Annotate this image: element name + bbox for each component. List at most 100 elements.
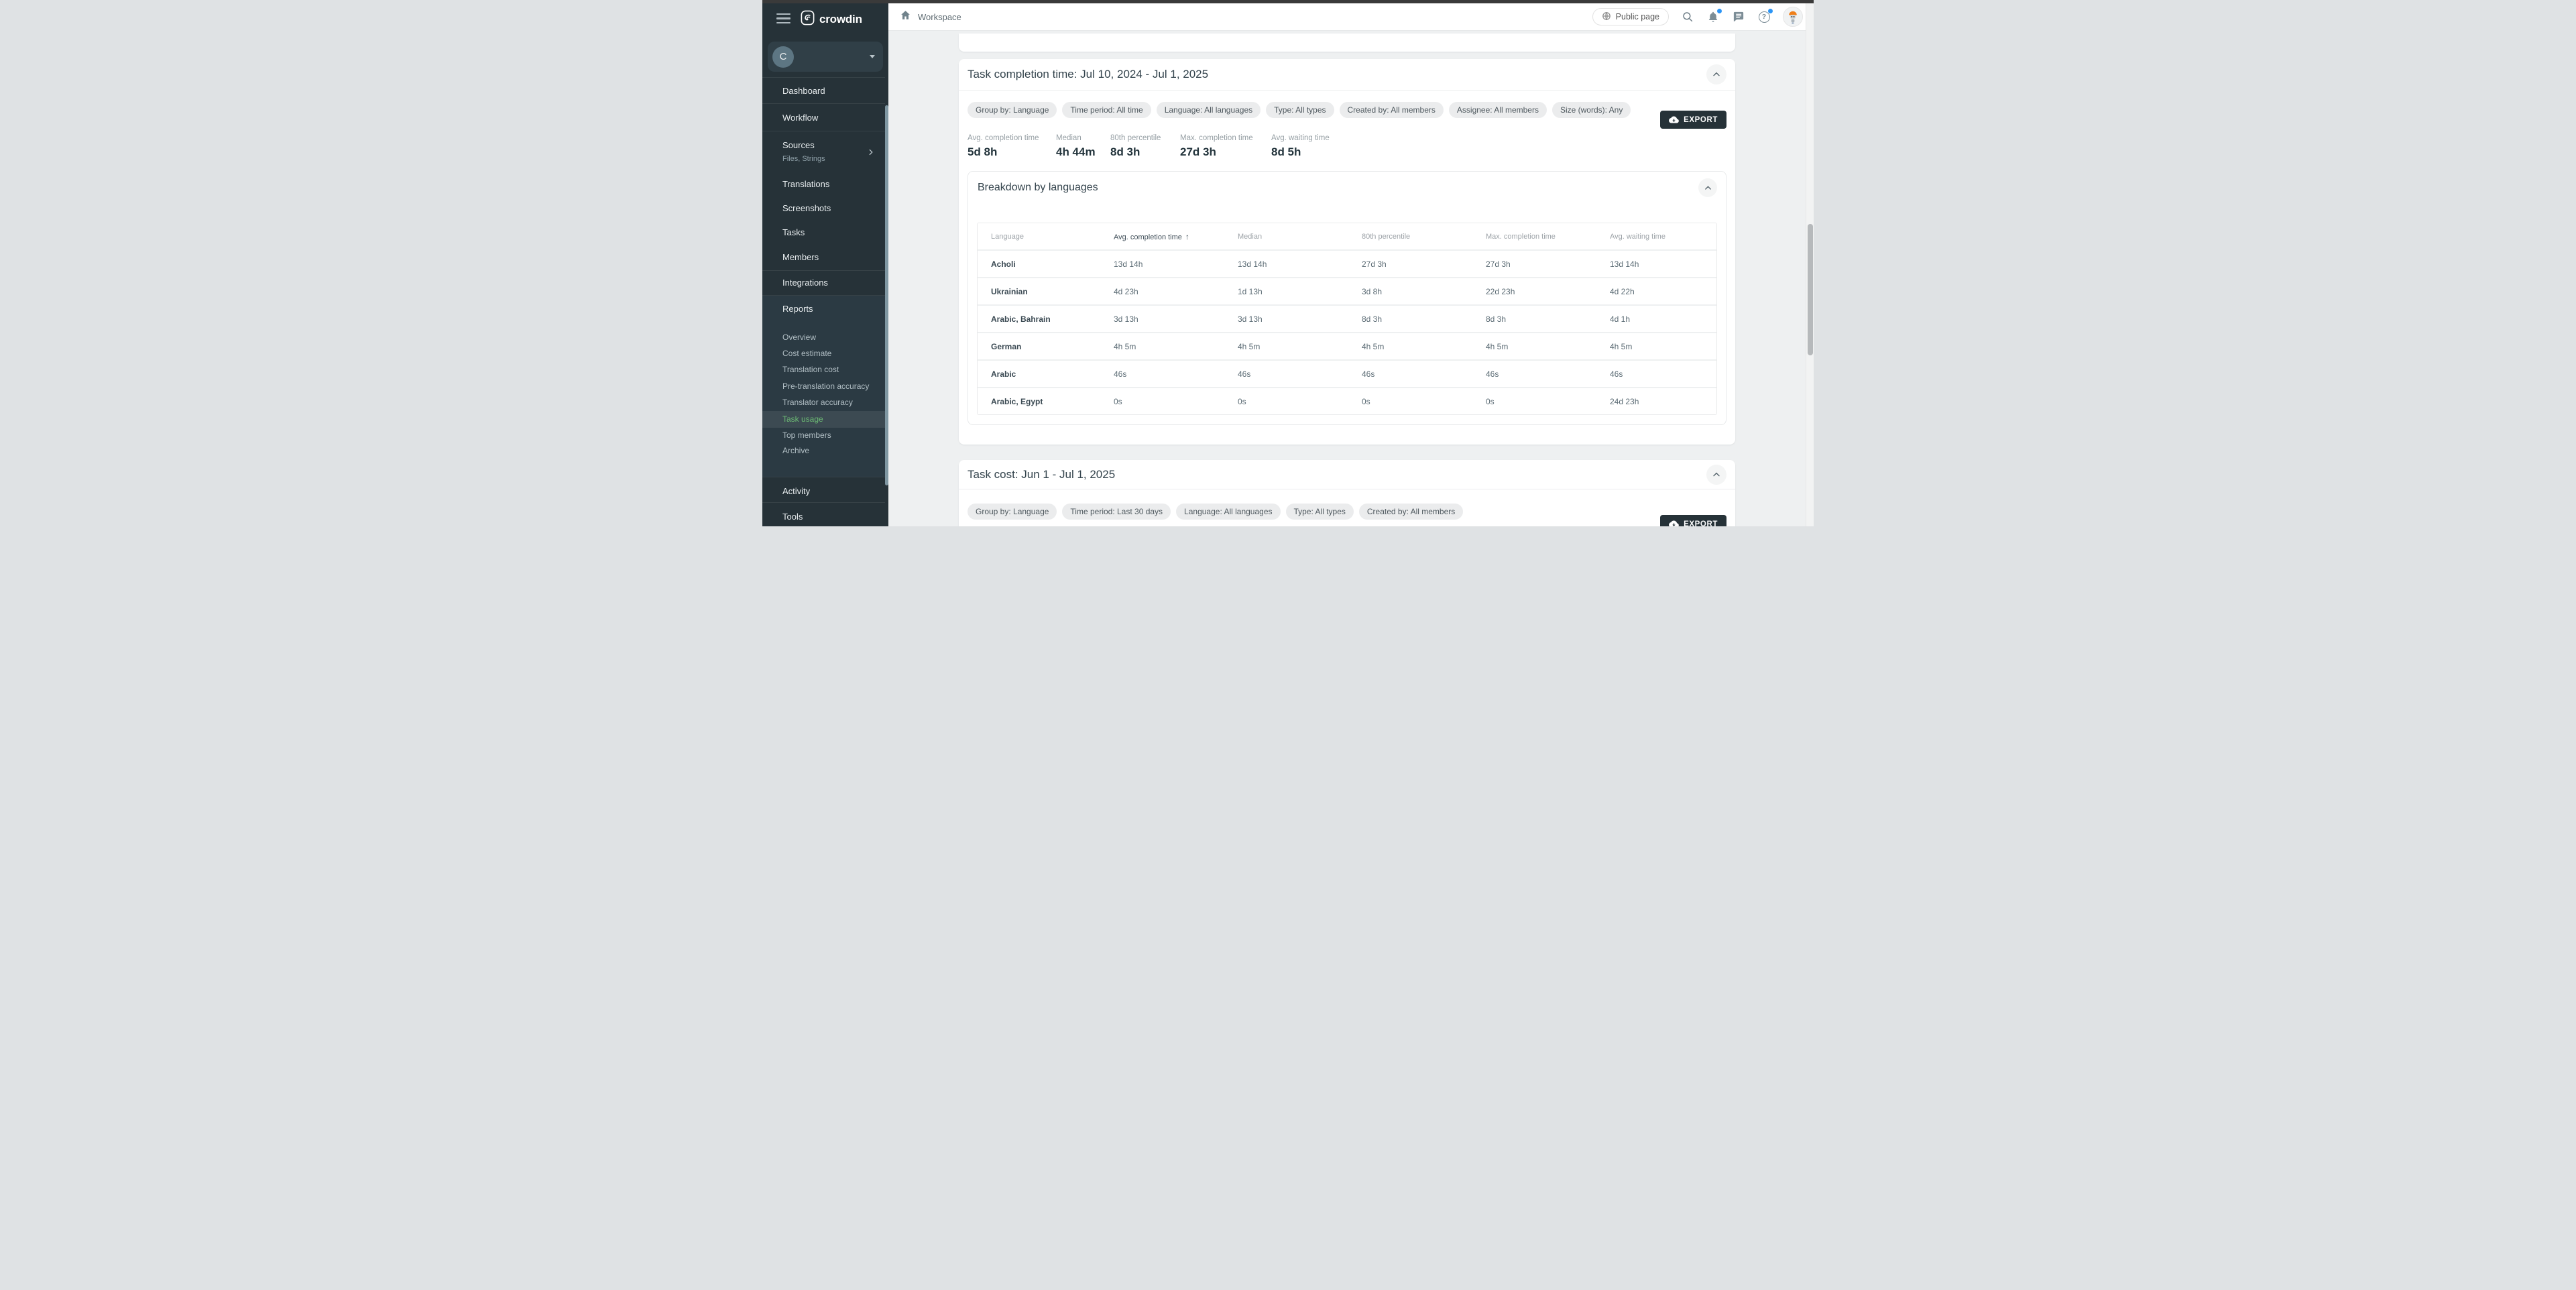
workspace-switcher[interactable]: C (768, 42, 883, 72)
table-header-row: Language Avg. completion time↑ Median 80… (978, 223, 1716, 249)
sidebar: crowdin C Dashboard Workflow Sources Fil… (762, 3, 888, 526)
filter-chip-size-words[interactable]: Size (words): Any (1552, 102, 1631, 118)
sidebar-item-archive[interactable]: Archive (762, 443, 885, 459)
collapse-breakdown-button[interactable] (1698, 178, 1717, 197)
sidebar-item-cost-estimate[interactable]: Cost estimate (762, 345, 885, 362)
filter-chip-created-by[interactable]: Created by: All members (1359, 504, 1463, 520)
breakdown-header: Breakdown by languages (968, 172, 1726, 204)
collapse-task-cost-button[interactable] (1706, 465, 1726, 485)
filter-chip-created-by[interactable]: Created by: All members (1340, 102, 1444, 118)
sidebar-header: crowdin (762, 3, 888, 34)
workspace-avatar: C (772, 46, 794, 68)
crowdin-wordmark: crowdin (819, 13, 862, 26)
page-scrollbar[interactable] (1806, 3, 1814, 526)
search-icon[interactable] (1681, 10, 1694, 23)
notifications-bell-icon[interactable] (1706, 10, 1720, 23)
export-button[interactable]: EXPORT (1660, 515, 1726, 526)
divider (762, 103, 885, 104)
user-avatar[interactable] (1783, 7, 1803, 27)
chevron-up-icon (1711, 69, 1722, 80)
table-row: Acholi 13d 14h 13d 14h 27d 3h 27d 3h 13d… (978, 249, 1716, 277)
breadcrumb[interactable]: Workspace (900, 9, 961, 24)
filter-chip-time-period[interactable]: Time period: Last 30 days (1062, 504, 1171, 520)
table-row: Arabic, Bahrain 3d 13h 3d 13h 8d 3h 8d 3… (978, 304, 1716, 332)
task-cost-filters: Group by: Language Time period: Last 30 … (968, 504, 1726, 520)
filter-chip-time-period[interactable]: Time period: All time (1062, 102, 1151, 118)
stat-avg-waiting-time: Avg. waiting time 8d 5h (1271, 134, 1379, 159)
sidebar-item-translator-accuracy[interactable]: Translator accuracy (762, 394, 885, 411)
globe-icon (1602, 11, 1611, 23)
filter-chip-language[interactable]: Language: All languages (1157, 102, 1261, 118)
app-window: crowdin C Dashboard Workflow Sources Fil… (762, 0, 1814, 526)
sidebar-item-sources-subtitle: Files, Strings (762, 154, 885, 164)
table-row: Arabic, Egypt 0s 0s 0s 0s 24d 23h (978, 387, 1716, 414)
sidebar-item-reports[interactable]: Reports (762, 296, 885, 322)
public-page-button[interactable]: Public page (1592, 8, 1669, 25)
sidebar-item-tasks[interactable]: Tasks (762, 219, 885, 246)
column-80th-percentile[interactable]: 80th percentile (1362, 233, 1486, 241)
divider (762, 502, 885, 503)
task-cost-card: Task cost: Jun 1 - Jul 1, 2025 Group by:… (959, 460, 1735, 526)
sidebar-item-screenshots[interactable]: Screenshots (762, 195, 885, 222)
table-row: Ukrainian 4d 23h 1d 13h 3d 8h 22d 23h 4d… (978, 277, 1716, 304)
topbar: Workspace Public page ? (888, 3, 1814, 31)
task-cost-header: Task cost: Jun 1 - Jul 1, 2025 (959, 460, 1735, 489)
sidebar-item-dashboard[interactable]: Dashboard (762, 78, 885, 105)
breakdown-title: Breakdown by languages (978, 182, 1098, 194)
previous-card-bottom (959, 34, 1735, 52)
main-content: Task completion time: Jul 10, 2024 - Jul… (888, 31, 1814, 526)
task-cost-title: Task cost: Jun 1 - Jul 1, 2025 (968, 468, 1115, 481)
sidebar-item-overview[interactable]: Overview (762, 329, 885, 346)
home-icon[interactable] (900, 9, 911, 24)
sidebar-item-top-members[interactable]: Top members (762, 427, 885, 444)
page-scrollbar-thumb[interactable] (1808, 224, 1813, 355)
messages-icon[interactable] (1732, 10, 1745, 23)
task-cost-body: Group by: Language Time period: Last 30 … (959, 504, 1735, 520)
help-icon[interactable]: ? (1757, 10, 1771, 23)
stat-avg-completion-time: Avg. completion time 5d 8h (968, 134, 1056, 159)
sidebar-item-workflow[interactable]: Workflow (762, 105, 885, 131)
sidebar-item-pre-translation-accuracy[interactable]: Pre-translation accuracy (762, 378, 885, 395)
sidebar-scrollbar[interactable] (885, 105, 888, 485)
sidebar-item-activity[interactable]: Activity (762, 478, 885, 505)
sidebar-item-translations[interactable]: Translations (762, 171, 885, 198)
table-row: Arabic 46s 46s 46s 46s 46s (978, 359, 1716, 387)
languages-table: Language Avg. completion time↑ Median 80… (977, 223, 1717, 415)
cloud-download-icon (1669, 519, 1679, 526)
breakdown-by-languages-card: Breakdown by languages Language Avg. com… (968, 171, 1726, 425)
sidebar-item-integrations[interactable]: Integrations (762, 270, 885, 296)
column-avg-waiting-time[interactable]: Avg. waiting time (1610, 233, 1716, 241)
crowdin-logo[interactable]: crowdin (800, 10, 862, 29)
sidebar-item-tools[interactable]: Tools (762, 504, 885, 526)
column-avg-completion-time[interactable]: Avg. completion time↑ (1114, 232, 1238, 241)
chevron-down-icon (870, 55, 875, 58)
filter-chip-type[interactable]: Type: All types (1266, 102, 1334, 118)
robot-avatar-image (1785, 9, 1801, 25)
sort-ascending-icon: ↑ (1185, 232, 1189, 241)
menu-icon[interactable] (776, 13, 791, 24)
chevron-up-icon (1703, 183, 1713, 193)
task-completion-title: Task completion time: Jul 10, 2024 - Jul… (968, 68, 1208, 81)
notification-badge (1716, 8, 1722, 14)
column-language[interactable]: Language (991, 233, 1114, 241)
sidebar-item-members[interactable]: Members (762, 244, 885, 271)
sidebar-item-translation-cost[interactable]: Translation cost (762, 361, 885, 378)
collapse-task-completion-button[interactable] (1706, 64, 1726, 84)
filter-chip-group-by[interactable]: Group by: Language (968, 102, 1057, 118)
filter-chip-assignee[interactable]: Assignee: All members (1449, 102, 1547, 118)
task-completion-filters: Group by: Language Time period: All time… (968, 102, 1726, 118)
export-button[interactable]: EXPORT (1660, 111, 1726, 129)
column-median[interactable]: Median (1238, 233, 1362, 241)
stat-median: Median 4h 44m (1056, 134, 1110, 159)
filter-chip-group-by[interactable]: Group by: Language (968, 504, 1057, 520)
window-titlebar-strip (762, 0, 1814, 3)
table-row: German 4h 5m 4h 5m 4h 5m 4h 5m 4h 5m (978, 332, 1716, 359)
crowdin-logo-icon (800, 10, 815, 29)
completion-stats: Avg. completion time 5d 8h Median 4h 44m… (968, 134, 1726, 159)
sidebar-item-task-usage[interactable]: Task usage (762, 411, 885, 428)
filter-chip-type[interactable]: Type: All types (1286, 504, 1354, 520)
stat-max-completion-time: Max. completion time 27d 3h (1180, 134, 1271, 159)
column-max-completion-time[interactable]: Max. completion time (1486, 233, 1610, 241)
topbar-actions: Public page ? (1592, 7, 1814, 27)
filter-chip-language[interactable]: Language: All languages (1176, 504, 1280, 520)
